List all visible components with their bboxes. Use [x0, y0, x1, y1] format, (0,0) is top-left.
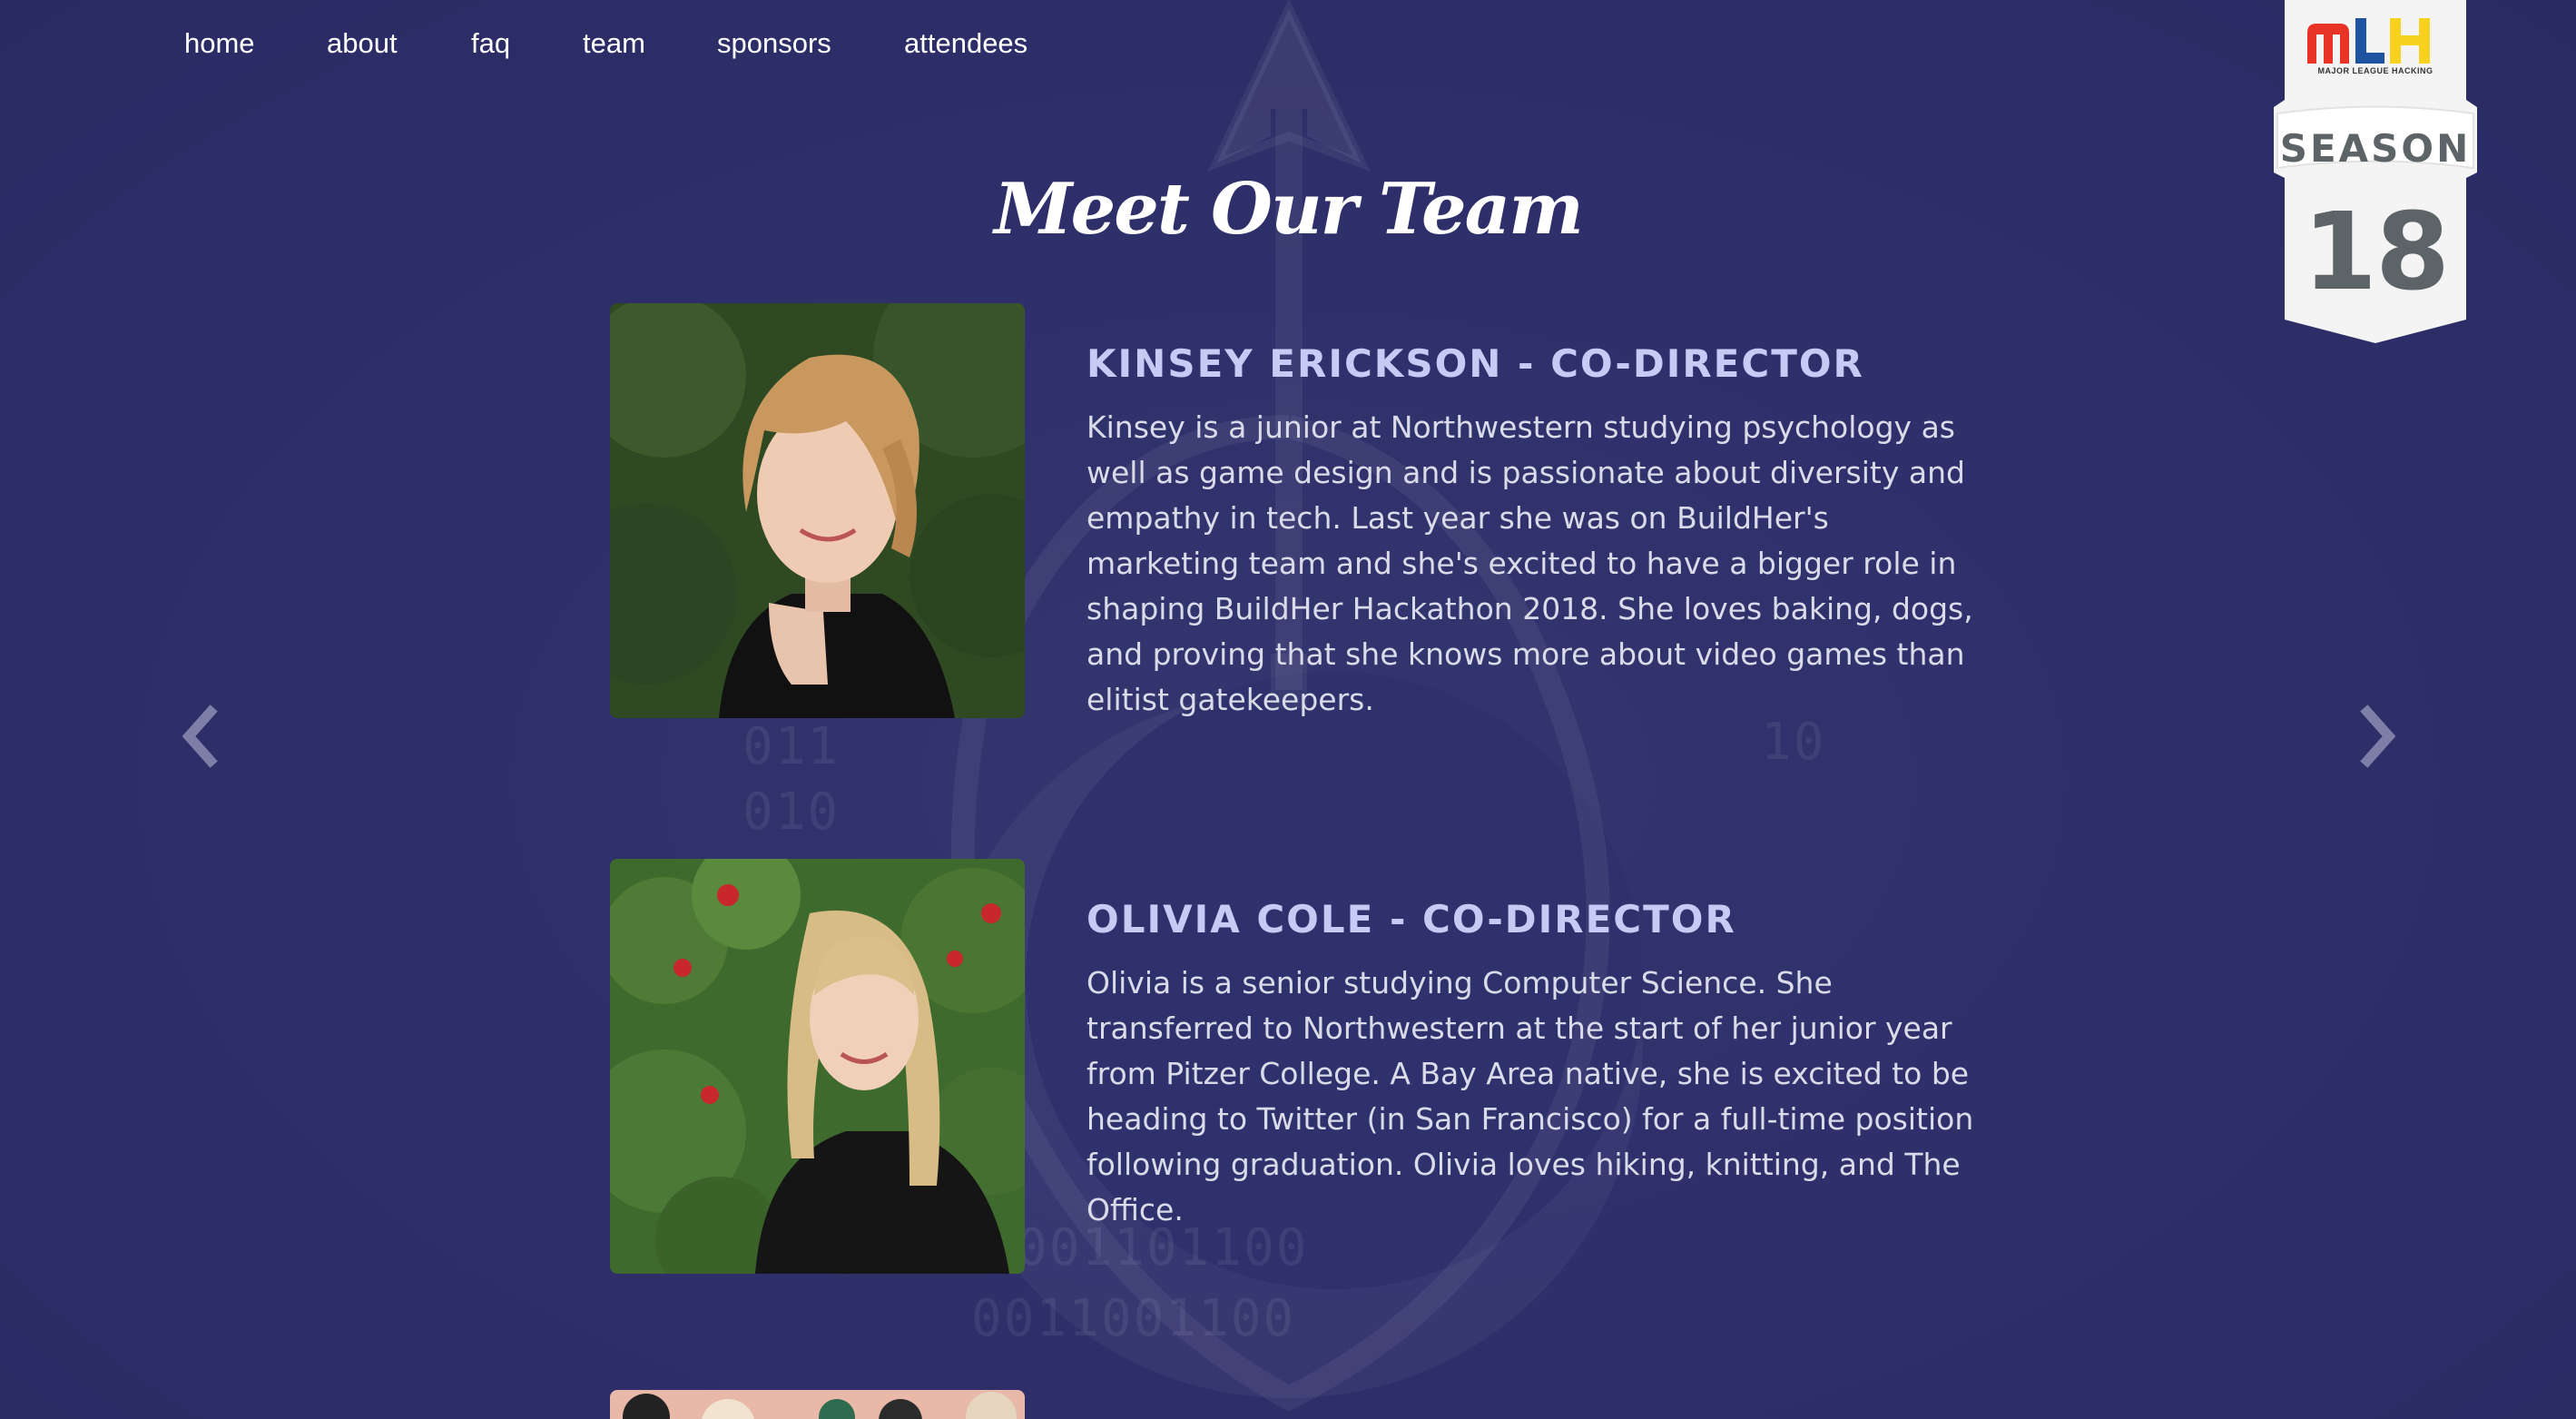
- nav-team-link[interactable]: team: [583, 27, 645, 60]
- member-bio: Kinsey is a junior at Northwestern study…: [1086, 409, 1973, 717]
- team-member-card: [610, 1390, 1990, 1419]
- page-title: Meet Our Team: [994, 168, 1583, 251]
- chevron-right-icon[interactable]: [2351, 705, 2405, 768]
- member-photo: [610, 859, 1025, 1274]
- team-member-card: Kinsey Erickson - Co-Director Kinsey is …: [610, 303, 1990, 721]
- member-name: Olivia Cole - Co-Director: [1086, 897, 1736, 941]
- background-binary-text: 0011001100: [971, 1289, 1296, 1348]
- team-member-card: Olivia Cole - Co-Director Olivia is a se…: [610, 859, 1990, 1276]
- nav-home-link[interactable]: home: [184, 27, 255, 60]
- chevron-left-icon[interactable]: [172, 705, 227, 768]
- member-name: Kinsey Erickson - Co-Director: [1086, 341, 1864, 386]
- background-binary-text: 011: [742, 717, 841, 776]
- member-photo: [610, 303, 1025, 718]
- nav-sponsors-link[interactable]: sponsors: [717, 27, 831, 60]
- background-binary-text: 010: [742, 783, 841, 842]
- nav-about-link[interactable]: about: [327, 27, 398, 60]
- nav-faq-link[interactable]: faq: [471, 27, 510, 60]
- member-bio: Olivia is a senior studying Computer Sci…: [1086, 965, 1974, 1227]
- team-page: 011 010 10 001101100 0011001100 home abo…: [0, 0, 2576, 1419]
- member-photo: [610, 1390, 1025, 1419]
- season-label: SEASON: [2279, 126, 2472, 171]
- mlh-tagline: MAJOR LEAGUE HACKING: [2317, 66, 2433, 75]
- nav-attendees-link[interactable]: attendees: [904, 27, 1027, 60]
